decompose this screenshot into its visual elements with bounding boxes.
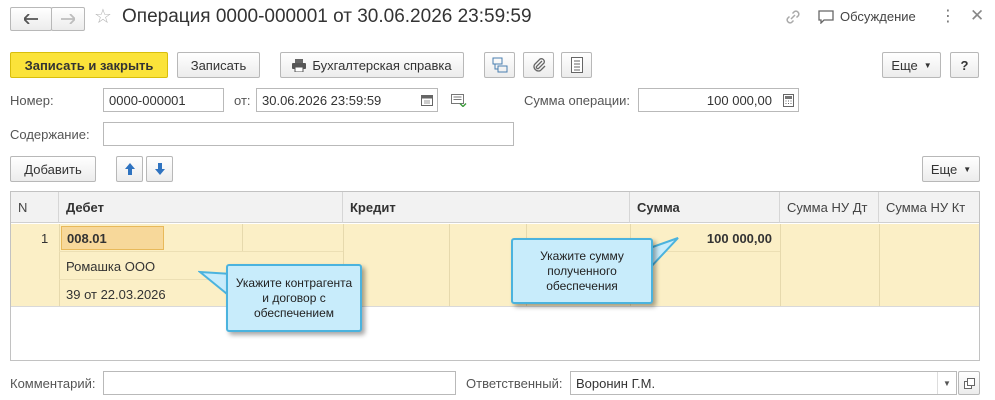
close-icon[interactable]: ✕ <box>970 6 984 26</box>
tooltip-counterparty: Укажите контрагента и договор с обеспече… <box>226 264 362 332</box>
open-window-icon <box>963 377 975 389</box>
save-and-close-label: Записать и закрыть <box>24 57 154 73</box>
date-label: от: <box>234 93 251 108</box>
arrow-right-icon <box>61 14 75 24</box>
discussion-button[interactable]: Обсуждение <box>818 9 916 24</box>
list-icon <box>570 57 583 73</box>
arrow-down-icon <box>154 163 165 175</box>
save-and-close-button[interactable]: Записать и закрыть <box>10 52 168 78</box>
more-actions-button[interactable]: Еще ▼ <box>882 52 941 78</box>
arrow-up-icon <box>124 163 135 175</box>
postings-structure-button[interactable] <box>484 52 515 78</box>
link-icon[interactable] <box>784 8 802 29</box>
column-header-tax-credit-amount[interactable]: Сумма НУ Кт <box>879 192 979 223</box>
comment-document-icon[interactable] <box>451 94 467 110</box>
paperclip-icon <box>532 58 545 72</box>
save-button[interactable]: Записать <box>177 52 260 78</box>
column-header-tax-debit-amount[interactable]: Сумма НУ Дт <box>780 192 879 223</box>
date-value: 30.06.2026 23:59:59 <box>262 93 382 108</box>
responsible-label: Ответственный: <box>466 376 563 391</box>
calculator-icon[interactable] <box>779 89 797 111</box>
column-header-n[interactable]: N <box>11 192 59 223</box>
column-header-credit[interactable]: Кредит <box>343 192 630 223</box>
tooltip-amount-text: Укажите сумму полученного обеспечения <box>540 248 624 293</box>
postings-table[interactable]: N Дебет Кредит Сумма Сумма НУ Дт Сумма Н… <box>10 191 980 361</box>
add-row-button[interactable]: Добавить <box>10 156 96 182</box>
column-header-debit[interactable]: Дебет <box>59 192 343 223</box>
help-button[interactable]: ? <box>950 52 979 78</box>
comment-field[interactable] <box>103 371 456 395</box>
help-label: ? <box>960 57 969 73</box>
operation-sum-label: Сумма операции: <box>524 93 630 108</box>
table-more-label: Еще <box>930 161 958 177</box>
tooltip-counterparty-text: Укажите контрагента и договор с обеспече… <box>235 275 353 320</box>
date-field[interactable]: 30.06.2026 23:59:59 <box>256 88 438 112</box>
responsible-field[interactable]: Воронин Г.М. <box>570 371 957 395</box>
structure-icon <box>492 57 507 73</box>
row-number: 1 <box>41 231 49 246</box>
content-label: Содержание: <box>10 127 90 142</box>
dropdown-arrow-icon: ▼ <box>923 60 932 70</box>
debit-subconto-contract[interactable]: 39 от 22.03.2026 <box>66 287 166 302</box>
open-responsible-button[interactable] <box>958 371 980 395</box>
add-row-label: Добавить <box>24 161 82 177</box>
calendar-icon[interactable] <box>418 89 436 111</box>
tooltip-amount: Укажите сумму полученного обеспечения <box>511 238 653 304</box>
chat-icon <box>818 9 834 24</box>
debit-account-value: 008.01 <box>67 231 107 246</box>
accounting-reference-label: Бухгалтерская справка <box>312 57 452 73</box>
forward-button[interactable] <box>51 7 85 31</box>
number-field[interactable]: 0000-000001 <box>103 88 224 112</box>
favorite-star-icon[interactable]: ☆ <box>94 6 112 28</box>
printer-icon <box>292 58 307 72</box>
more-actions-label: Еще <box>891 57 918 73</box>
save-label: Записать <box>190 57 247 73</box>
responsible-value: Воронин Г.М. <box>576 376 656 391</box>
column-header-amount[interactable]: Сумма <box>630 192 780 223</box>
comment-label: Комментарий: <box>10 376 96 391</box>
accounting-reference-button[interactable]: Бухгалтерская справка <box>280 52 464 78</box>
document-journal-button[interactable] <box>561 52 592 78</box>
page-title: Операция 0000-000001 от 30.06.2026 23:59… <box>122 6 532 27</box>
debit-subconto-counterparty[interactable]: Ромашка ООО <box>66 259 155 274</box>
operation-sum-value: 100 000,00 <box>706 93 772 108</box>
number-label: Номер: <box>10 93 54 108</box>
discussion-label: Обсуждение <box>840 9 916 24</box>
responsible-dropdown-button[interactable]: ▼ <box>937 372 956 394</box>
content-field[interactable] <box>103 122 514 146</box>
operation-sum-field[interactable]: 100 000,00 <box>638 88 799 112</box>
move-up-button[interactable] <box>116 156 143 182</box>
back-button[interactable] <box>10 7 52 31</box>
more-menu-icon[interactable]: ⋮ <box>940 7 956 27</box>
table-more-button[interactable]: Еще ▼ <box>922 156 980 182</box>
arrow-left-icon <box>24 14 38 24</box>
move-down-button[interactable] <box>146 156 173 182</box>
attachments-button[interactable] <box>523 52 554 78</box>
dropdown-arrow-icon: ▼ <box>963 164 972 174</box>
debit-account-cell[interactable]: 008.01 <box>61 226 164 250</box>
